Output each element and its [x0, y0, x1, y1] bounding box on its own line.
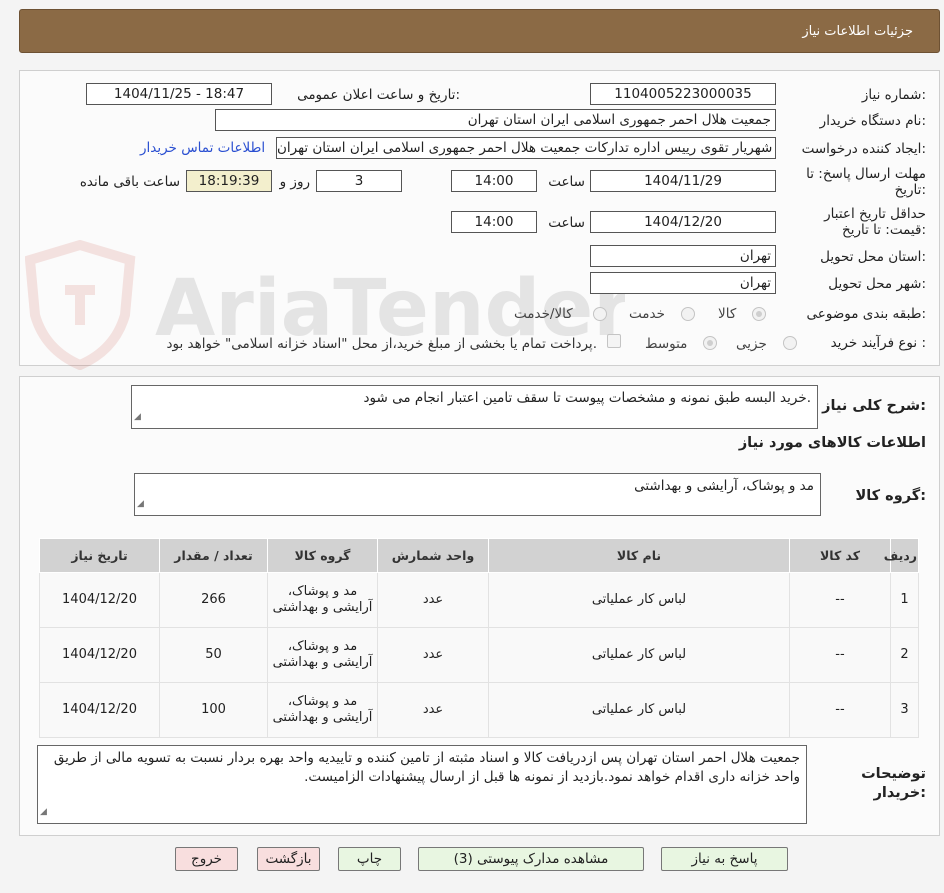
cell-need-date: 1404/12/20	[39, 627, 160, 683]
buyer-org-field: جمعیت هلال احمر جمهوری اسلامی ایران استا…	[215, 109, 776, 131]
col-header-item-group: گروه کالا	[267, 538, 378, 573]
col-header-quantity: تعداد / مقدار	[159, 538, 268, 573]
shield-icon	[25, 240, 136, 370]
cell-need-date: 1404/12/20	[39, 572, 160, 628]
cell-item-code: --	[789, 572, 891, 628]
need-number-label: شماره نیاز:	[861, 87, 926, 103]
table-row: 3 -- لباس کار عملیاتی عدد مد و پوشاک، آر…	[39, 682, 919, 738]
city-field: تهران	[590, 272, 776, 294]
summary-textarea: خرید البسه طبق نمونه و مشخصات پیوست تا س…	[131, 385, 818, 429]
resize-grip-icon[interactable]: ◢	[134, 408, 141, 427]
buyer-notes-label: توضیحات خریدار:	[861, 766, 926, 801]
validity-time-field: 14:00	[451, 211, 537, 233]
col-header-row-number: ردیف	[884, 538, 919, 573]
reply-button[interactable]: پاسخ به نیاز	[661, 847, 788, 871]
payment-checkbox[interactable]	[607, 334, 621, 348]
goods-group-text: مد و پوشاک، آرایشی و بهداشتی	[634, 478, 814, 494]
items-table: ردیف کد کالا نام کالا واحد شمارش گروه کا…	[39, 538, 919, 738]
contact-buyer-link[interactable]: اطلاعات تماس خریدار	[140, 140, 265, 156]
cell-quantity: 50	[159, 627, 268, 683]
cell-row-number: 1	[890, 572, 919, 628]
cell-item-code: --	[789, 627, 891, 683]
table-row: 1 -- لباس کار عملیاتی عدد مد و پوشاک، آر…	[39, 572, 919, 628]
buyer-notes-text: جمعیت هلال احمر استان تهران پس ازدریافت …	[53, 750, 800, 785]
payment-note: پرداخت تمام یا بخشی از مبلغ خرید،از محل …	[166, 336, 597, 352]
cell-row-number: 3	[890, 682, 919, 738]
print-button[interactable]: چاپ	[338, 847, 401, 871]
goods-group-textarea: مد و پوشاک، آرایشی و بهداشتی ◢	[134, 473, 821, 516]
resize-grip-icon[interactable]: ◢	[40, 803, 47, 822]
category-radio-goods-service[interactable]	[593, 307, 607, 321]
cell-item-name: لباس کار عملیاتی	[488, 682, 790, 738]
process-radio-medium[interactable]	[703, 336, 717, 350]
goods-group-label: گروه کالا:	[855, 488, 926, 504]
days-field: 3	[316, 170, 402, 192]
announce-field: 1404/11/25 - 18:47	[86, 83, 272, 105]
cell-item-name: لباس کار عملیاتی	[488, 572, 790, 628]
city-label: شهر محل تحویل:	[828, 276, 926, 292]
summary-text: خرید البسه طبق نمونه و مشخصات پیوست تا س…	[363, 390, 811, 406]
deadline-date-field: 1404/11/29	[590, 170, 776, 192]
goods-info-title: اطلاعات کالاهای مورد نیاز	[738, 435, 926, 451]
category-radio-goods[interactable]	[752, 307, 766, 321]
cell-need-date: 1404/12/20	[39, 682, 160, 738]
cell-item-group: مد و پوشاک، آرایشی و بهداشتی	[267, 572, 378, 628]
buyer-notes-textarea: جمعیت هلال احمر استان تهران پس ازدریافت …	[37, 745, 807, 824]
validity-label: حداقل تاریخ اعتبار قیمت: تا تاریخ:	[824, 206, 926, 238]
resize-grip-icon[interactable]: ◢	[137, 495, 144, 514]
cell-item-name: لباس کار عملیاتی	[488, 627, 790, 683]
days-label: روز و	[279, 174, 310, 190]
col-header-item-code: کد کالا	[789, 538, 891, 573]
deadline-time-label: ساعت	[548, 174, 585, 190]
category-radio-service[interactable]	[681, 307, 695, 321]
deadline-time-field: 14:00	[451, 170, 537, 192]
province-label: استان محل تحویل:	[820, 249, 926, 265]
buyer-org-label: نام دستگاه خریدار:	[819, 113, 926, 129]
cell-item-code: --	[789, 682, 891, 738]
remaining-label: ساعت باقی مانده	[79, 174, 180, 190]
table-row: 2 -- لباس کار عملیاتی عدد مد و پوشاک، آر…	[39, 627, 919, 683]
province-field: تهران	[590, 245, 776, 267]
validity-date-field: 1404/12/20	[590, 211, 776, 233]
col-header-unit: واحد شمارش	[377, 538, 489, 573]
cell-unit: عدد	[377, 682, 489, 738]
need-number-field: 1104005223000035	[590, 83, 776, 105]
remaining-time-field: 18:19:39	[186, 170, 272, 192]
cell-unit: عدد	[377, 627, 489, 683]
process-radio-small[interactable]	[783, 336, 797, 350]
cell-item-group: مد و پوشاک، آرایشی و بهداشتی	[267, 682, 378, 738]
summary-label: شرح کلی نیاز:	[822, 398, 926, 414]
process-option-medium: متوسط	[645, 336, 688, 352]
process-label: نوع فرآیند خرید :	[830, 335, 926, 351]
category-option-service: خدمت	[629, 306, 665, 322]
cell-unit: عدد	[377, 572, 489, 628]
category-label: طبقه بندی موضوعی:	[806, 306, 926, 322]
cell-quantity: 100	[159, 682, 268, 738]
announce-label: تاریخ و ساعت اعلان عمومی:	[297, 87, 460, 103]
page-header: جزئیات اطلاعات نیاز	[19, 9, 940, 53]
exit-button[interactable]: خروج	[175, 847, 238, 871]
requester-label: ایجاد کننده درخواست:	[801, 141, 926, 157]
col-header-need-date: تاریخ نیاز	[39, 538, 160, 573]
col-header-item-name: نام کالا	[488, 538, 790, 573]
deadline-label: مهلت ارسال پاسخ: تا تاریخ:	[806, 166, 926, 198]
process-option-small: جزیی	[736, 336, 767, 352]
cell-quantity: 266	[159, 572, 268, 628]
table-header-row: ردیف کد کالا نام کالا واحد شمارش گروه کا…	[39, 538, 919, 573]
cell-row-number: 2	[890, 627, 919, 683]
category-option-goods: کالا	[718, 306, 737, 322]
back-button[interactable]: بازگشت	[257, 847, 320, 871]
view-attachments-button[interactable]: مشاهده مدارک پیوستی (3)	[418, 847, 644, 871]
validity-time-label: ساعت	[548, 215, 585, 231]
category-option-goods-service: کالا/خدمت	[514, 306, 573, 322]
requester-field: شهریار تقوی رییس اداره تداركات جمعیت هلا…	[276, 137, 776, 159]
cell-item-group: مد و پوشاک، آرایشی و بهداشتی	[267, 627, 378, 683]
page-title: جزئیات اطلاعات نیاز	[802, 24, 913, 39]
